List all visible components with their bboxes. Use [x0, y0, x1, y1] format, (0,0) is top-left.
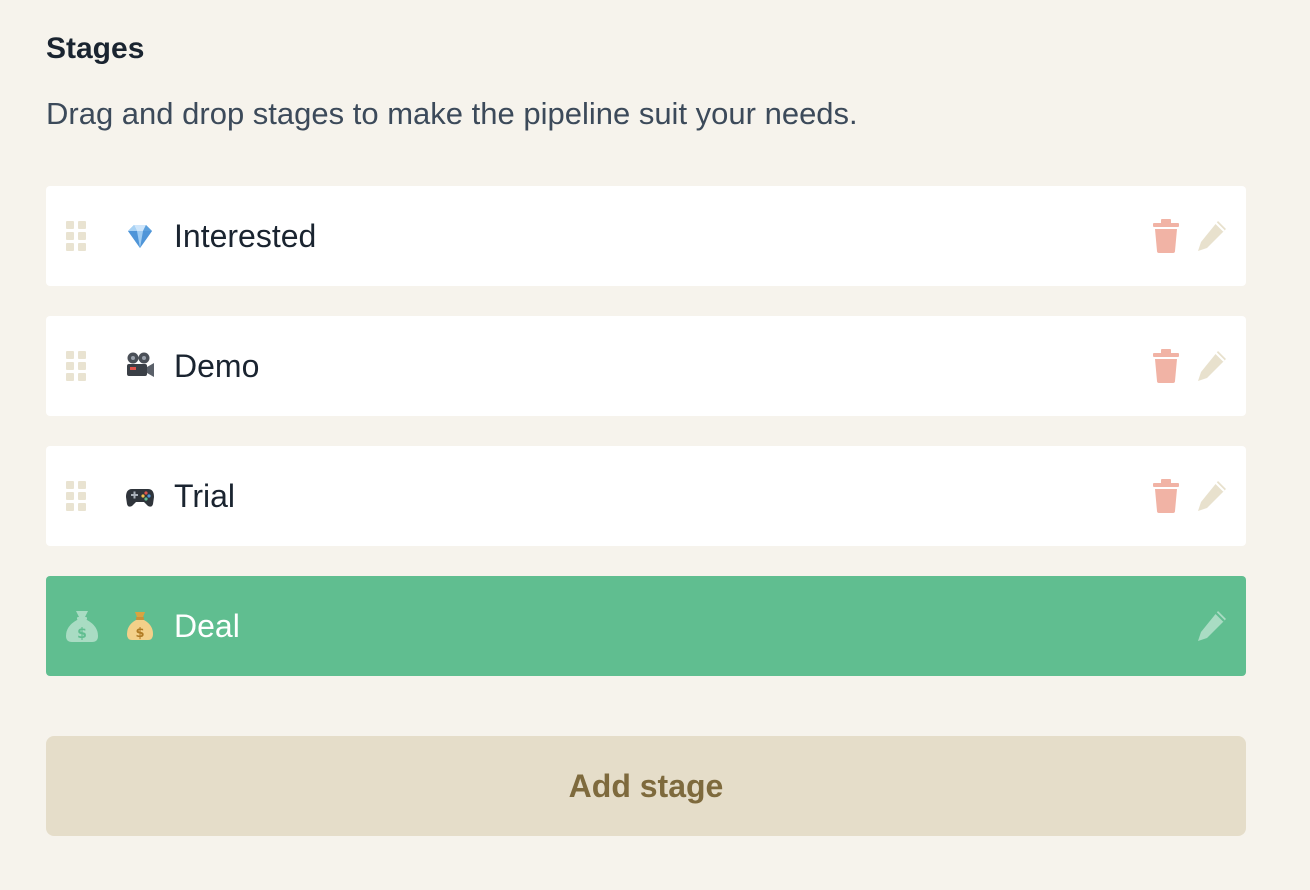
delete-icon[interactable]: [1152, 349, 1180, 383]
stage-row-interested: Interested: [46, 186, 1246, 286]
stages-settings: Stages Drag and drop stages to make the …: [46, 30, 1246, 836]
stage-name: Demo: [174, 348, 260, 384]
movie-camera-icon: [124, 348, 156, 384]
page-description: Drag and drop stages to make the pipelin…: [46, 96, 858, 131]
svg-text:$: $: [77, 626, 87, 642]
money-bag-icon: $: [64, 608, 100, 644]
edit-icon[interactable]: [1196, 479, 1228, 513]
stage-row-deal: $ $ Deal: [46, 576, 1246, 676]
money-bag-icon: $: [124, 608, 156, 644]
drag-handle-icon[interactable]: [66, 351, 87, 382]
edit-icon[interactable]: [1196, 609, 1228, 643]
stage-row-trial: Trial: [46, 446, 1246, 546]
delete-icon[interactable]: [1152, 219, 1180, 253]
delete-icon[interactable]: [1152, 479, 1180, 513]
svg-text:$: $: [135, 626, 144, 641]
add-stage-button[interactable]: Add stage: [46, 736, 1246, 836]
drag-handle-icon[interactable]: [66, 481, 87, 512]
game-controller-icon: [124, 478, 156, 514]
gem-icon: [124, 218, 156, 254]
edit-icon[interactable]: [1196, 349, 1228, 383]
stage-name: Trial: [174, 478, 236, 514]
stage-name: Deal: [174, 608, 240, 644]
stage-row-demo: Demo: [46, 316, 1246, 416]
edit-icon[interactable]: [1196, 219, 1228, 253]
stage-name: Interested: [174, 218, 317, 254]
drag-handle-icon[interactable]: [66, 221, 87, 252]
page-title: Stages: [46, 32, 145, 65]
